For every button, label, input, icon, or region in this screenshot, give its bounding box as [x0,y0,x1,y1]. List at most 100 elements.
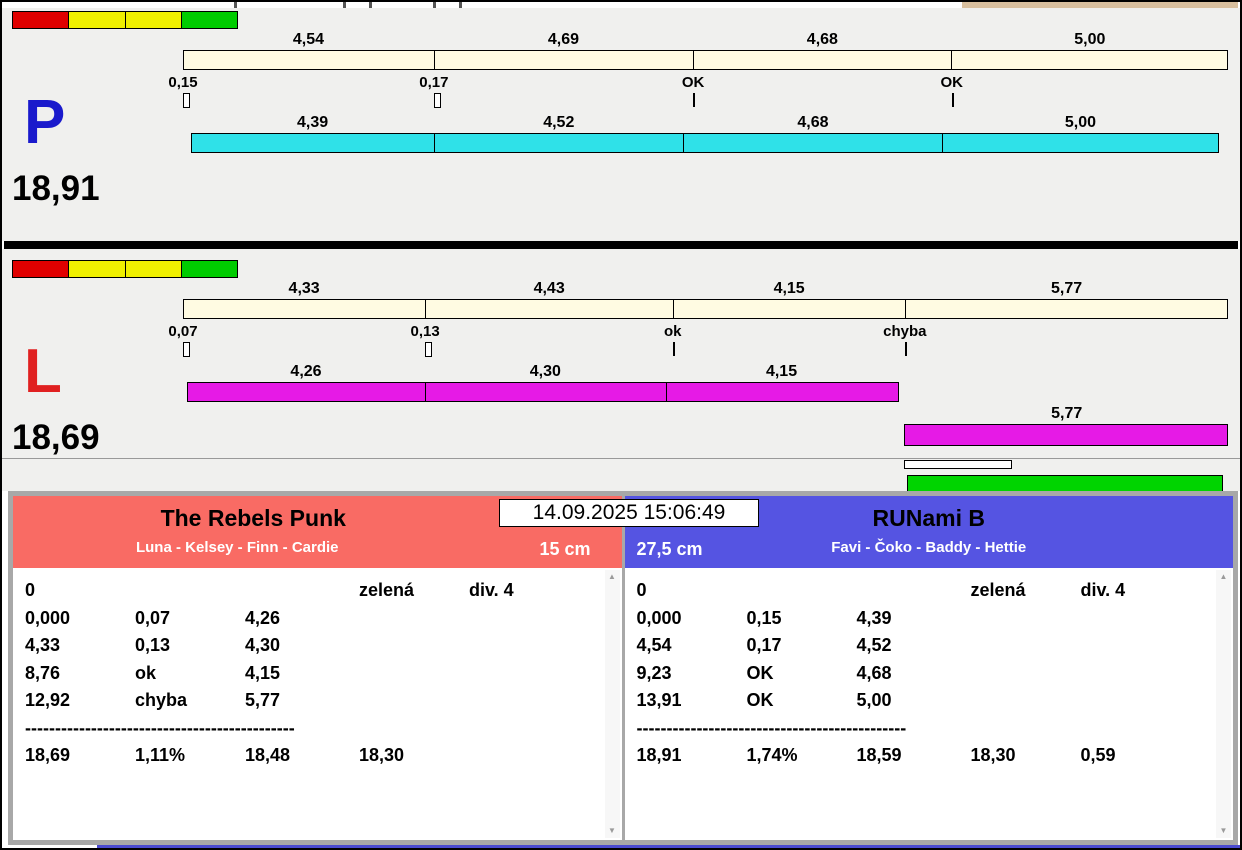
result-row: 0 zelená div. 4 [637,577,1234,605]
result-row: 0,000 0,07 4,26 [25,605,622,633]
result-row: 4,54 0,17 4,52 [637,632,1234,660]
bottom-split-bar-seg [941,133,1219,153]
top-split-labels-seg: 4,68 [806,31,838,48]
top-split-bar-seg [183,50,435,70]
result-cell [245,577,359,605]
marker-box [904,460,1012,469]
result-cell: 4,68 [856,662,892,683]
results-text-right: 0 zelená div. 4 0,000 0,15 4,39 4,54 0,17 4,52 9,… [624,568,1234,840]
chip-segment [68,261,125,277]
bottom-split-bar-seg [683,133,943,153]
bottom-split-labels-seg: 5,00 [1064,114,1097,131]
result-cell [359,632,469,660]
delay-label: OK [940,74,963,91]
scroll-up-icon[interactable]: ▲ [608,573,616,581]
result-cell: div. 4 [469,580,514,600]
result-row: 4,33 0,13 4,30 [25,632,622,660]
result-cell: 8,76 [25,662,61,683]
result-row: 9,23 OK 4,68 [637,660,1234,688]
result-cell [1081,687,1234,715]
result-cell: 0 [636,580,647,600]
top-split-labels-seg: 4,33 [288,280,320,297]
lane-letter: P [24,88,66,157]
top-split-labels-seg: 4,69 [547,31,580,48]
section-divider [4,241,1238,249]
result-cell: 18,69 [25,745,71,765]
chip-segment [13,12,69,28]
bottom-split-bar [183,382,1228,402]
lane-total-time: 18,69 [12,418,100,457]
top-split-bar-seg [433,50,694,70]
status-color-bar [12,11,238,29]
result-cell: 12,92 [25,690,71,710]
result-cell: 0,15 [746,607,782,628]
team-members-left: Luna - Kelsey - Finn - Cardie [135,539,339,556]
result-cell: OK [746,662,774,683]
boundary-tick-icon [672,342,675,356]
result-cell: OK [746,690,774,710]
result-cell: 0,13 [135,635,171,655]
result-cell: div. 4 [1080,580,1126,600]
result-cell: 13,91 [636,690,682,710]
result-cell [359,605,469,633]
delay-label: 0,13 [410,323,440,340]
result-cell [1081,605,1234,633]
overflow-bar-seg [904,424,1228,446]
bottom-split-bar-seg [186,382,427,402]
start-delay-marker-icon [183,342,190,357]
result-row: 8,76 ok 4,15 [25,660,622,688]
bottom-split-labels-seg: 4,52 [543,114,575,131]
lane-p-content: 4,54 4,69 4,68 5,00 0,15 0,17 OK OK 4,39 4,52 4,68… [2,8,1240,241]
start-delay-marker-icon [425,342,433,357]
result-cell: 1,74% [746,745,798,765]
result-cell [469,660,622,688]
result-row: 12,92 chyba 5,77 [25,687,622,715]
result-cell: 4,54 [636,635,672,655]
boundary-tick-icon [693,93,696,107]
covered-lane-strip [2,458,1240,492]
lane-p-section: 4,54 4,69 4,68 5,00 0,15 0,17 OK OK 4,39 4,52 4,68… [2,8,1240,241]
bottom-blue-bar [97,845,1240,848]
scrollbar[interactable]: ▲ ▼ [604,570,620,838]
scroll-down-icon[interactable]: ▼ [1220,827,1228,835]
top-split-bar-seg [951,50,1228,70]
lane-letter: L [24,337,62,406]
result-cell: 4,26 [245,607,281,628]
lane-l-content: 4,33 4,43 4,15 5,77 0,07 0,13 ok chyba 4,26 4,30 4… [2,257,1240,458]
result-rows-left: 0 zelená div. 4 0,000 0,07 4,26 4,33 0,13 4,30 8,… [25,577,622,770]
top-split-bar-seg [672,299,906,319]
team-panel-right: RUNami B Favi - Čoko - Baddy - Hettie 27… [624,496,1234,840]
start-delay-labels: 0,07 0,13 ok chyba [168,323,1228,340]
result-cell: 18,91 [636,745,682,765]
top-split-labels-seg: 5,00 [1074,31,1106,48]
chip-segment [124,261,181,277]
scroll-down-icon[interactable]: ▼ [608,827,616,835]
chip-segment [13,261,69,277]
top-split-labels-seg: 4,43 [533,280,565,297]
top-split-labels-seg: 4,15 [773,280,805,297]
result-row: 0 zelená div. 4 [25,577,622,605]
result-cell: 5,77 [245,690,281,710]
result-cell [469,742,622,770]
bottom-split-labels: 4,39 4,52 4,68 5,00 [183,114,1228,132]
top-split-bar-seg [183,299,427,319]
result-cell [469,605,622,633]
result-cell [971,660,1081,688]
result-cell [971,605,1081,633]
top-split-bar [183,299,1228,319]
hurdle-height-left: 15 cm [539,539,591,559]
separator-row: ----------------------------------------… [25,717,295,738]
scrollbar[interactable]: ▲ ▼ [1216,570,1231,838]
result-cell [1081,632,1234,660]
result-cell: 18,30 [359,745,405,765]
scroll-up-icon[interactable]: ▲ [1220,573,1228,581]
result-row: 18,69 1,11% 18,48 18,30 [25,742,622,770]
top-split-labels: 4,33 4,43 4,15 5,77 [183,280,1228,298]
result-cell: 0,000 [636,607,682,628]
bottom-split-labels: 4,26 4,30 4,15 [183,363,1228,381]
bottom-split-labels-seg: 4,15 [765,363,798,380]
result-cell [469,687,622,715]
delay-label: 0,07 [168,323,198,340]
lane-l-section: 4,33 4,43 4,15 5,77 0,07 0,13 ok chyba 4,26 4,30 4… [2,249,1240,458]
delay-label: chyba [883,323,927,340]
